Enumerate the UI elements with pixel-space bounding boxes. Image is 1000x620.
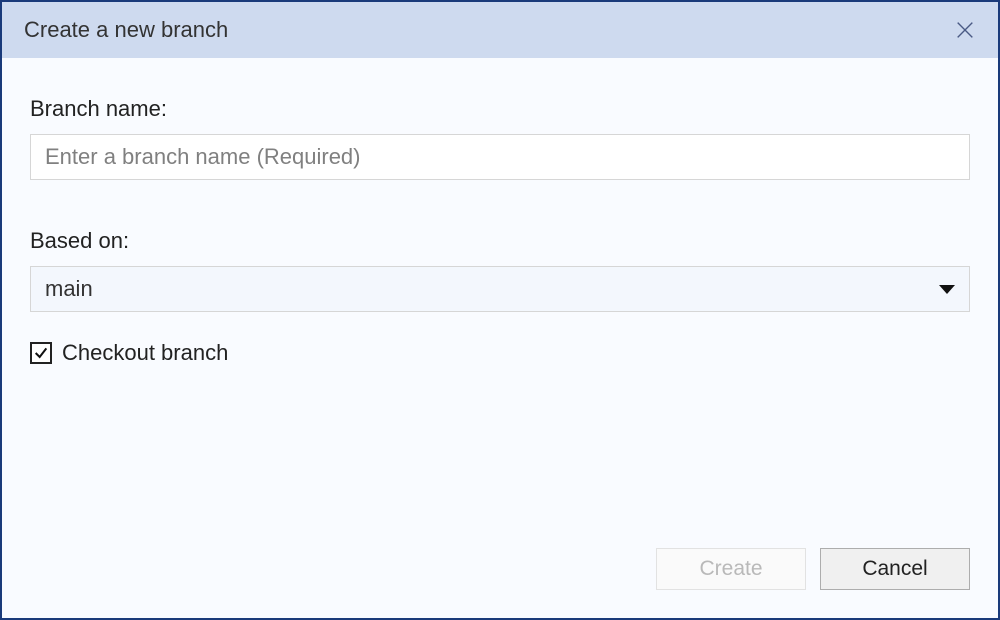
chevron-down-icon bbox=[939, 285, 955, 294]
checkout-branch-row: Checkout branch bbox=[30, 340, 970, 366]
dialog-footer: Create Cancel bbox=[2, 548, 998, 618]
based-on-label: Based on: bbox=[30, 228, 970, 254]
create-button[interactable]: Create bbox=[656, 548, 806, 590]
based-on-group: Based on: main bbox=[30, 228, 970, 312]
dialog-content: Branch name: Based on: main Checkout bra… bbox=[2, 58, 998, 548]
branch-name-group: Branch name: bbox=[30, 96, 970, 180]
branch-name-input[interactable] bbox=[30, 134, 970, 180]
dialog-title: Create a new branch bbox=[24, 17, 228, 43]
checkout-branch-checkbox[interactable] bbox=[30, 342, 52, 364]
cancel-button[interactable]: Cancel bbox=[820, 548, 970, 590]
based-on-value: main bbox=[45, 276, 93, 302]
checkout-branch-label: Checkout branch bbox=[62, 340, 228, 366]
titlebar: Create a new branch bbox=[2, 2, 998, 58]
close-icon[interactable] bbox=[954, 19, 976, 41]
based-on-dropdown[interactable]: main bbox=[30, 266, 970, 312]
branch-name-label: Branch name: bbox=[30, 96, 970, 122]
